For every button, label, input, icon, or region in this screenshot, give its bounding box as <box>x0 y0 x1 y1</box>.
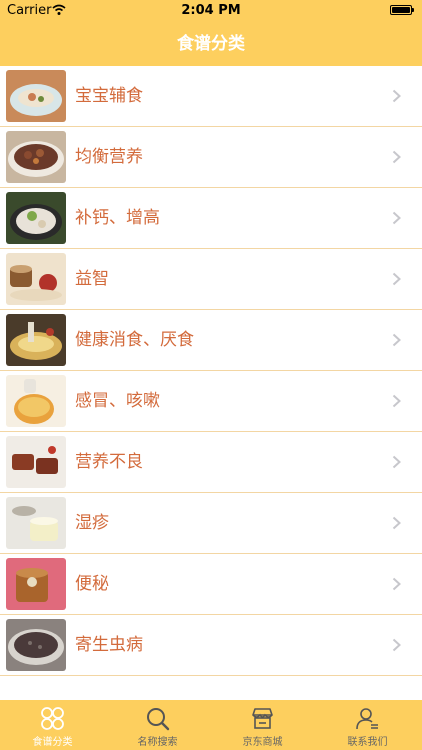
chevron-right-icon <box>392 638 401 652</box>
category-row[interactable]: 宝宝辅食 <box>0 66 422 127</box>
chevron-right-icon <box>392 211 401 225</box>
tab-contact-us[interactable]: 联系我们 <box>315 700 420 750</box>
chevron-right-icon <box>392 333 401 347</box>
category-label: 寄生虫病 <box>75 635 143 655</box>
category-thumbnail <box>6 497 66 549</box>
tab-label: 联系我们 <box>347 737 388 748</box>
category-thumbnail <box>6 70 66 122</box>
category-thumbnail <box>6 436 66 488</box>
category-label: 健康消食、厌食 <box>75 330 194 350</box>
chevron-right-icon <box>392 272 401 286</box>
category-label: 宝宝辅食 <box>75 86 143 106</box>
chevron-right-icon <box>392 394 401 408</box>
tab-label: 名称搜索 <box>137 737 178 748</box>
header: Carrier 2:04 PM 食谱分类 <box>0 0 422 66</box>
category-label: 湿疹 <box>75 513 109 533</box>
category-row[interactable]: 益智 <box>0 249 422 310</box>
category-row[interactable]: 健康消食、厌食 <box>0 310 422 371</box>
category-row[interactable]: 均衡营养 <box>0 127 422 188</box>
chevron-right-icon <box>392 89 401 103</box>
category-row[interactable]: 感冒、咳嗽 <box>0 371 422 432</box>
category-row[interactable]: 寄生虫病 <box>0 615 422 676</box>
category-row[interactable]: 营养不良 <box>0 432 422 493</box>
store-icon <box>252 708 273 729</box>
category-label: 补钙、增高 <box>75 208 160 228</box>
tab-name-search[interactable]: 名称搜索 <box>105 700 210 750</box>
chevron-right-icon <box>392 150 401 164</box>
page-title: 食谱分类 <box>177 34 245 54</box>
chevron-right-icon <box>392 455 401 469</box>
category-row[interactable]: 湿疹 <box>0 493 422 554</box>
contact-icon <box>356 708 378 730</box>
tab-jd-mall[interactable]: 京东商城 <box>210 700 315 750</box>
category-label: 益智 <box>75 269 109 289</box>
category-label: 营养不良 <box>75 452 143 472</box>
status-time: 2:04 PM <box>181 3 241 18</box>
category-thumbnail <box>6 375 66 427</box>
category-row[interactable]: 便秘 <box>0 554 422 615</box>
search-icon <box>147 708 170 731</box>
tab-recipe-categories[interactable]: 食谱分类 <box>0 700 105 750</box>
category-row[interactable]: 补钙、增高 <box>0 188 422 249</box>
grid-icon <box>41 707 64 730</box>
category-thumbnail <box>6 131 66 183</box>
chevron-right-icon <box>392 577 401 591</box>
category-thumbnail <box>6 253 66 305</box>
chevron-right-icon <box>392 516 401 530</box>
tab-label: 食谱分类 <box>32 737 73 748</box>
category-thumbnail <box>6 619 66 671</box>
category-thumbnail <box>6 314 66 366</box>
category-thumbnail <box>6 558 66 610</box>
tab-bar: 食谱分类 名称搜索 京东商城 联系我们 <box>0 700 422 750</box>
category-label: 便秘 <box>75 574 109 594</box>
category-list: 宝宝辅食 均衡营养 补钙、增高 益智 健康消食、厌食 感冒、咳嗽 营养不良 湿疹… <box>0 66 422 700</box>
battery-icon <box>390 5 414 15</box>
category-thumbnail <box>6 192 66 244</box>
tab-label: 京东商城 <box>242 737 283 748</box>
status-bar: Carrier 2:04 PM <box>0 0 422 22</box>
category-label: 均衡营养 <box>75 147 143 167</box>
category-label: 感冒、咳嗽 <box>75 391 160 411</box>
